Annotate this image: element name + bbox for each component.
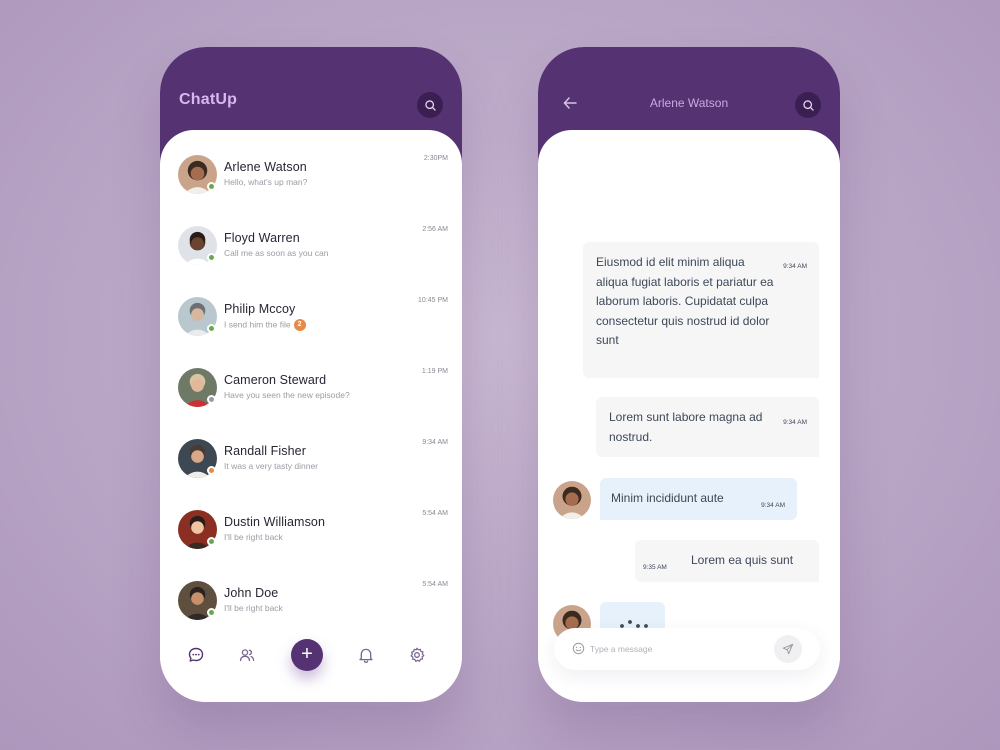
contact-list: Arlene Watson Hello, what's up man? 2:30… bbox=[160, 130, 462, 702]
last-message: I'll be right back bbox=[224, 532, 283, 542]
outgoing-message: 9:35 AM Lorem ea quis sunt bbox=[635, 540, 819, 582]
users-icon bbox=[239, 649, 255, 662]
outgoing-message: Lorem sunt labore magna ad nostrud. 9:34… bbox=[596, 397, 819, 457]
send-icon bbox=[782, 643, 794, 655]
chat-list-screen: ChatUp Arlene Watson Hello, what's up ma… bbox=[160, 47, 462, 702]
new-chat-button[interactable]: + bbox=[291, 639, 323, 671]
contact-item[interactable]: Philip Mccoy I send him the file 2 10:45 … bbox=[178, 297, 450, 345]
settings-nav-button[interactable] bbox=[408, 646, 426, 664]
incoming-message: Minim incididunt aute 9:34 AM bbox=[600, 478, 797, 520]
contact-item[interactable]: Randall Fisher It was a very tasty dinne… bbox=[178, 439, 450, 487]
message-text: Minim incididunt aute bbox=[611, 491, 724, 505]
contact-item[interactable]: Arlene Watson Hello, what's up man? 2:30… bbox=[178, 155, 450, 203]
online-status-dot bbox=[207, 324, 216, 333]
plus-icon: + bbox=[301, 643, 313, 665]
message-text: Lorem ea quis sunt bbox=[691, 553, 794, 567]
app-title: ChatUp bbox=[179, 91, 238, 108]
last-message: Hello, what's up man? bbox=[224, 177, 308, 187]
message-time: 9:34 AM bbox=[783, 419, 807, 426]
message-text: Eiusmod id elit minim aliqua aliqua fugi… bbox=[596, 255, 774, 347]
message-thread: Eiusmod id elit minim aliqua aliqua fugi… bbox=[538, 130, 840, 702]
message-time: 2:30PM bbox=[423, 155, 448, 162]
gear-icon bbox=[410, 647, 425, 662]
message-time: 9:34 AM bbox=[783, 263, 807, 270]
message-time: 9:34 AM bbox=[422, 439, 448, 446]
contact-name: John Doe bbox=[224, 586, 279, 600]
contact-item[interactable]: John Doe I'll be right back 5:54 AM bbox=[178, 581, 450, 629]
message-time: 2:56 AM bbox=[422, 226, 448, 233]
message-composer bbox=[554, 628, 820, 670]
notifications-nav-button[interactable] bbox=[357, 646, 375, 664]
last-message: I'll be right back bbox=[224, 603, 283, 613]
last-message-text: I send him the file bbox=[224, 319, 291, 330]
chat-bubble-icon bbox=[188, 647, 204, 662]
bell-icon bbox=[359, 648, 373, 664]
search-button[interactable] bbox=[417, 92, 443, 118]
sender-avatar bbox=[553, 481, 591, 519]
contact-name: Randall Fisher bbox=[224, 444, 306, 458]
contact-name: Floyd Warren bbox=[224, 231, 300, 245]
message-time: 5:54 AM bbox=[422, 581, 448, 588]
last-message: I send him the file 2 bbox=[224, 319, 306, 331]
conversation-screen: Arlene Watson Eiusmod id elit minim aliq… bbox=[538, 47, 840, 702]
contact-name: Arlene Watson bbox=[224, 160, 307, 174]
contact-name: Cameron Steward bbox=[224, 373, 327, 387]
contact-item[interactable]: Cameron Steward Have you seen the new ep… bbox=[178, 368, 450, 416]
emoji-icon[interactable] bbox=[572, 642, 585, 655]
offline-status-dot bbox=[207, 395, 216, 404]
contact-name: Philip Mccoy bbox=[224, 302, 296, 316]
online-status-dot bbox=[207, 182, 216, 191]
message-time: 10:45 PM bbox=[418, 297, 448, 304]
online-status-dot bbox=[207, 608, 216, 617]
online-status-dot bbox=[207, 537, 216, 546]
contact-item[interactable]: Dustin Williamson I'll be right back 5:5… bbox=[178, 510, 450, 558]
contact-name: Dustin Williamson bbox=[224, 515, 326, 529]
away-status-dot bbox=[207, 466, 216, 475]
message-input[interactable] bbox=[590, 628, 770, 670]
outgoing-message: Eiusmod id elit minim aliqua aliqua fugi… bbox=[583, 242, 819, 378]
message-time: 9:35 AM bbox=[643, 564, 667, 571]
online-status-dot bbox=[207, 253, 216, 262]
last-message: Call me as soon as you can bbox=[224, 248, 329, 258]
search-icon bbox=[802, 99, 814, 111]
search-button[interactable] bbox=[795, 92, 821, 118]
message-time: 5:54 AM bbox=[422, 510, 448, 517]
unread-badge: 2 bbox=[293, 319, 306, 331]
last-message: It was a very tasty dinner bbox=[224, 461, 319, 471]
contacts-nav-button[interactable] bbox=[238, 646, 256, 664]
message-text: Lorem sunt labore magna ad nostrud. bbox=[609, 410, 763, 444]
search-icon bbox=[424, 99, 436, 111]
contact-item[interactable]: Floyd Warren Call me as soon as you can … bbox=[178, 226, 450, 274]
last-message: Have you seen the new episode? bbox=[224, 390, 350, 400]
chats-nav-button[interactable] bbox=[187, 646, 205, 664]
send-button[interactable] bbox=[774, 635, 802, 663]
message-time: 9:34 AM bbox=[761, 502, 785, 509]
message-time: 1:19 PM bbox=[421, 368, 448, 375]
